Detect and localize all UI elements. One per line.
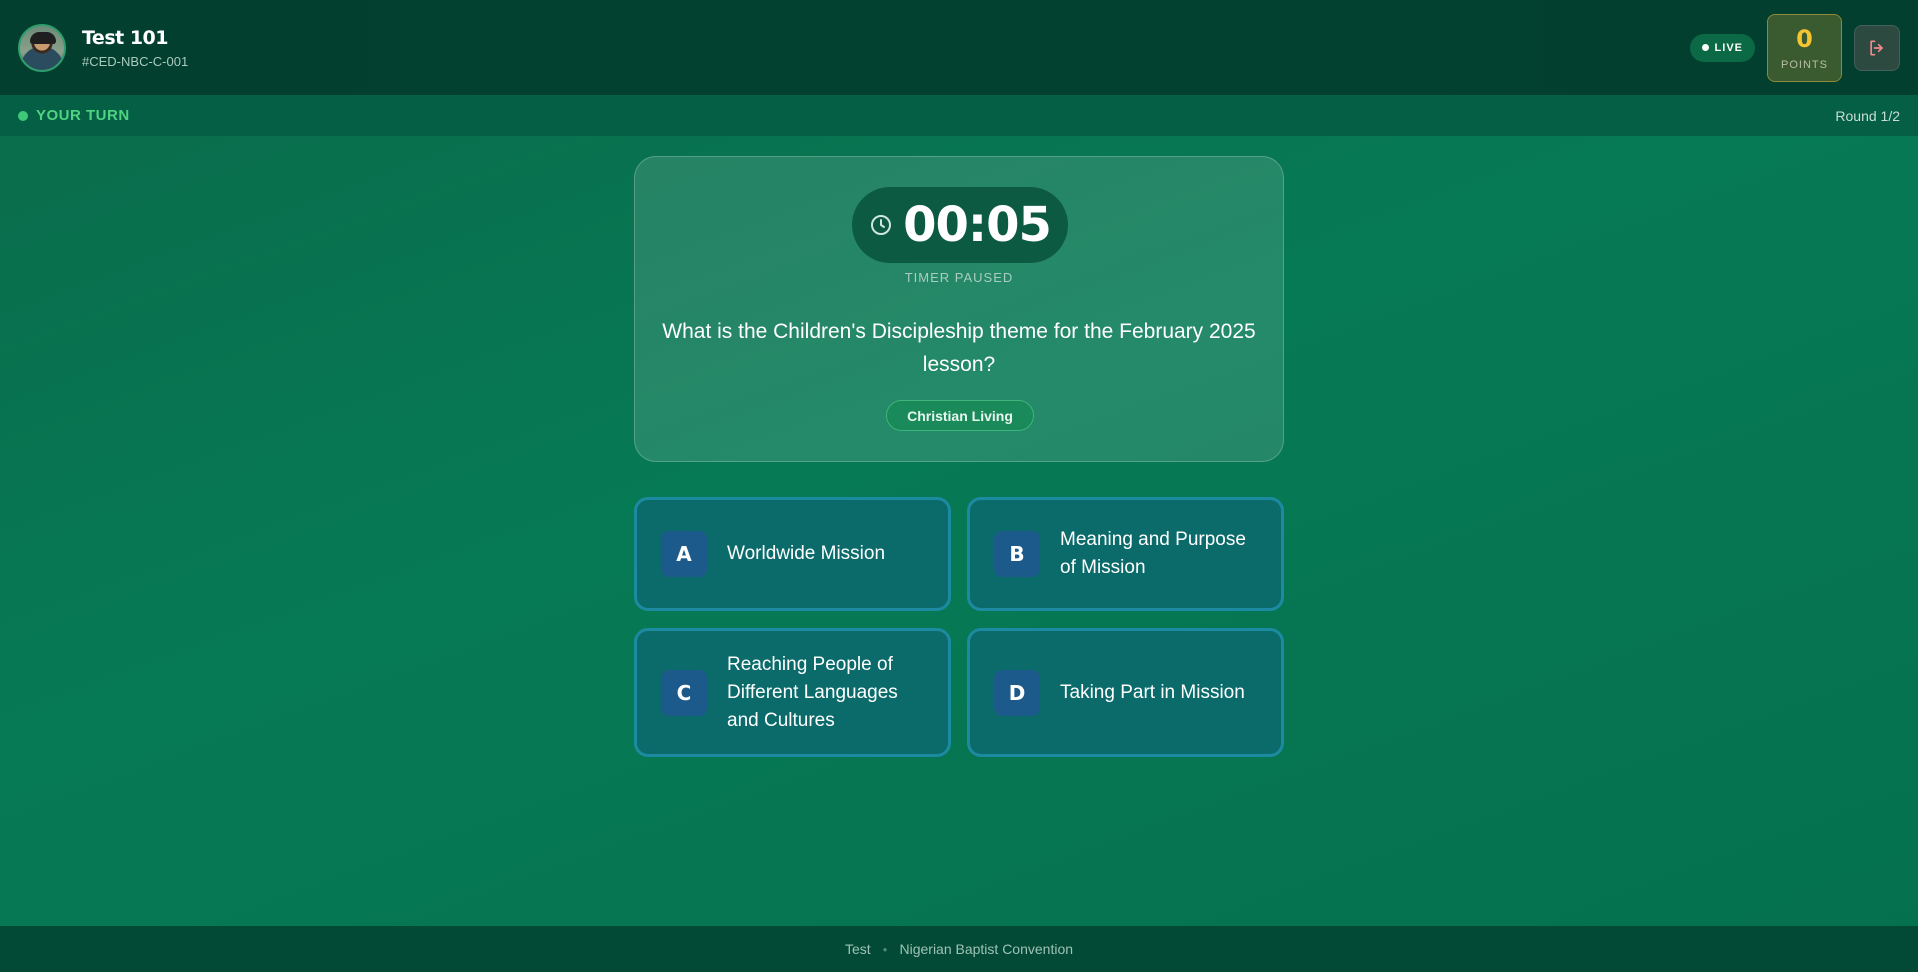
option-letter: D (994, 669, 1040, 716)
points-value: 0 (1796, 24, 1813, 53)
option-letter: A (661, 531, 707, 577)
logout-icon (1870, 40, 1883, 56)
timer-value: 00:05 (903, 197, 1052, 253)
clock-icon (871, 215, 892, 235)
option-text: Worldwide Mission (727, 543, 886, 564)
option-d-button[interactable]: D Taking Part in Mission (967, 628, 1284, 757)
footer-separator: ● (882, 944, 888, 954)
option-text: Taking Part in Mission (1060, 681, 1245, 703)
avatar[interactable] (18, 23, 66, 72)
footer-right: Nigerian Baptist Convention (899, 941, 1074, 957)
live-label: LIVE (1714, 41, 1743, 54)
player-name: Test 101 (82, 26, 169, 49)
live-dot-icon (1701, 44, 1709, 51)
round-indicator: Round 1/2 (1835, 107, 1900, 124)
option-c-button[interactable]: C Reaching People of Different Languages… (634, 628, 951, 757)
points-label: POINTS (1781, 58, 1828, 71)
option-b-button[interactable]: B Meaning and Purpose of Mission (967, 497, 1284, 611)
option-letter: B (994, 531, 1040, 577)
points-box: 0 POINTS (1767, 13, 1842, 82)
category-badge: Christian Living (886, 400, 1034, 431)
turn-label: YOUR TURN (36, 107, 130, 124)
top-bar: Test 101 #CED-NBC-C-001 LIVE 0 POINTS (0, 0, 1918, 95)
footer-left: Test (844, 941, 871, 957)
live-badge: LIVE (1689, 33, 1755, 62)
turn-dot-icon (18, 110, 28, 121)
logout-button[interactable] (1854, 24, 1900, 71)
question-card: 00:05 TIMER PAUSED What is the Children'… (634, 156, 1284, 462)
timer: 00:05 (852, 187, 1068, 263)
player-info: Test 101 #CED-NBC-C-001 (82, 27, 188, 69)
timer-state: TIMER PAUSED (904, 270, 1014, 285)
status-bar: YOUR TURN Round 1/2 (0, 95, 1918, 136)
player-code: #CED-NBC-C-001 (82, 53, 189, 69)
option-letter: C (661, 669, 707, 716)
turn-indicator: YOUR TURN (18, 107, 130, 124)
question-text: What is the Children's Discipleship them… (662, 320, 1256, 376)
option-text: Reaching People of Different Languages a… (727, 653, 898, 731)
option-a-button[interactable]: A Worldwide Mission (634, 497, 951, 611)
option-text: Meaning and Purpose of Mission (1060, 529, 1246, 578)
footer: Test ● Nigerian Baptist Convention (0, 926, 1918, 972)
